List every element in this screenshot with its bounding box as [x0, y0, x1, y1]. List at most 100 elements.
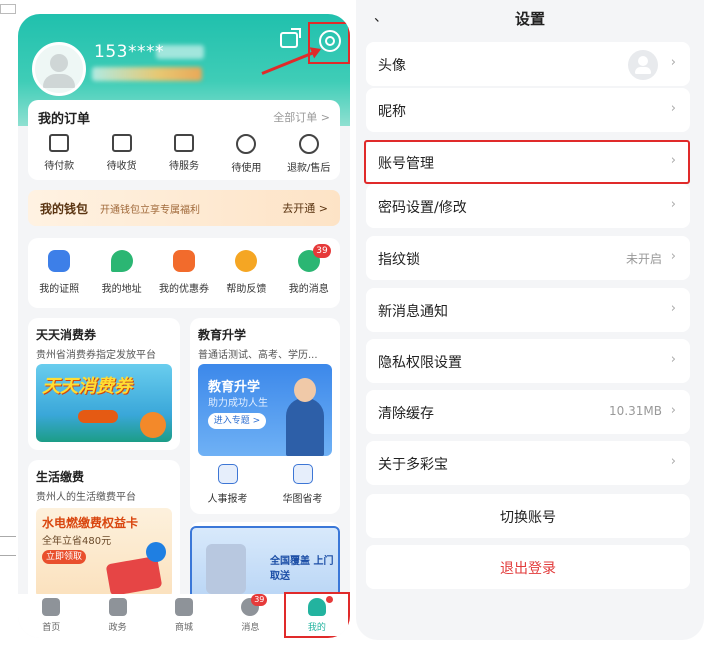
tab-shop[interactable]: 商城 — [151, 594, 217, 638]
order-pending-receipt[interactable]: 待收货 — [92, 134, 152, 174]
teacher-head — [294, 378, 316, 402]
daily-coupon-tile[interactable]: 天天消费券 贵州省消费券指定发放平台 天天消费券 — [28, 318, 180, 450]
tile-title: 生活缴费 — [36, 470, 85, 484]
settings-screen: 、 设置 头像 › 昵称 › 账号管理 › 密码设置/修改 › 指纹锁 未开启 … — [356, 0, 704, 640]
clock-icon — [236, 134, 257, 154]
education-banner-sub: 助力成功人生 — [208, 398, 268, 409]
row-label: 密码设置/修改 — [378, 200, 467, 216]
tile-subtitle: 贵州人的生活缴费平台 — [36, 492, 136, 503]
row-label: 昵称 — [378, 104, 406, 120]
row-label: 头像 — [378, 58, 406, 74]
hr-exam-link[interactable]: 人事报考 — [208, 464, 248, 505]
settings-row-nickname[interactable]: 昵称 › — [366, 88, 690, 132]
tile-subtitle: 贵州省消费券指定发放平台 — [36, 350, 156, 361]
location-pin-icon — [110, 250, 133, 272]
tile-subtitle: 普通话测试、高考、学历... — [198, 350, 318, 361]
search-document-icon — [292, 464, 313, 484]
clothes-illustration — [206, 544, 246, 594]
teacher-illustration — [286, 398, 324, 456]
service-label: 我的证照 — [39, 284, 80, 295]
id-card-icon — [48, 250, 71, 272]
order-pending-use[interactable]: 待使用 — [216, 134, 276, 174]
refund-yen-icon — [298, 134, 319, 154]
tab-label: 消息 — [241, 623, 260, 633]
service-my-coupons[interactable]: 我的优惠券 — [154, 250, 214, 295]
service-my-license[interactable]: 我的证照 — [29, 250, 89, 295]
mascot-icon — [140, 412, 166, 438]
utility-banner-sub: 全年立省480元 — [42, 536, 112, 547]
play-icon[interactable] — [146, 542, 166, 562]
row-label: 新消息通知 — [378, 304, 448, 320]
tab-label: 首页 — [42, 623, 61, 633]
my-orders-card: 我的订单 全部订单 > 待付款 待收货 待服务 待使用 退款/售后 — [28, 100, 340, 180]
coupon-banner-button[interactable] — [78, 410, 118, 423]
switch-account-button[interactable]: 切换账号 — [366, 494, 690, 538]
chevron-right-icon: › — [670, 197, 676, 212]
phone-number: 153**** — [94, 42, 164, 62]
service-label: 帮助反馈 — [226, 284, 267, 295]
logout-button[interactable]: 退出登录 — [366, 545, 690, 589]
service-box-icon — [173, 134, 194, 152]
page-title: 设置 — [514, 10, 545, 28]
order-label: 退款/售后 — [287, 163, 331, 174]
button-label: 切换账号 — [500, 510, 556, 526]
tab-messages[interactable]: 消息 39 — [217, 594, 283, 638]
chevron-right-icon: › — [670, 454, 676, 469]
wallet-open-link[interactable]: 去开通 > — [282, 200, 328, 216]
sub-link-label: 华图省考 — [282, 494, 323, 505]
wallet-banner[interactable]: 我的钱包 开通钱包立享专属福利 去开通 > — [28, 190, 340, 226]
education-tile[interactable]: 教育升学 普通话测试、高考、学历... 教育升学 助力成功人生 进入专题 > 人… — [190, 318, 340, 514]
order-pending-payment[interactable]: 待付款 — [29, 134, 89, 174]
tile-title: 天天消费券 — [36, 328, 97, 342]
avatar[interactable] — [32, 42, 86, 96]
service-my-messages[interactable]: 我的消息 39 — [279, 244, 339, 295]
help-icon — [235, 250, 258, 272]
settings-row-privacy[interactable]: 隐私权限设置 › — [366, 339, 690, 383]
utility-banner-title: 水电燃缴费权益卡 — [42, 516, 139, 530]
share-icon[interactable] — [280, 28, 301, 48]
utility-claim-button[interactable]: 立即领取 — [42, 550, 86, 564]
tab-government[interactable]: 政务 — [84, 594, 150, 638]
row-value: 10.31MB — [609, 404, 662, 418]
message-count-badge: 39 — [313, 244, 331, 258]
utility-payment-tile[interactable]: 生活缴费 贵州人的生活缴费平台 水电燃缴费权益卡 全年立省480元 立即领取 — [28, 460, 180, 606]
tile-title: 教育升学 — [198, 328, 247, 342]
settings-row-avatar[interactable]: 头像 › — [366, 42, 690, 86]
message-count-badge: 39 — [251, 594, 268, 606]
my-page-screen: 153**** 我的订单 全部订单 > 待付款 待收货 待服务 待使用 退款/售… — [18, 14, 350, 638]
package-check-icon — [111, 134, 132, 152]
wallet-title: 我的钱包 — [40, 202, 89, 216]
tab-label: 商城 — [175, 623, 194, 633]
chevron-right-icon: › — [670, 249, 676, 264]
huatu-exam-link[interactable]: 华图省考 — [283, 464, 323, 505]
row-label: 关于多彩宝 — [378, 457, 448, 473]
settings-row-fingerprint-lock[interactable]: 指纹锁 未开启 › — [366, 236, 690, 280]
service-help-feedback[interactable]: 帮助反馈 — [216, 250, 276, 295]
settings-row-password[interactable]: 密码设置/修改 › — [366, 184, 690, 228]
all-orders-link[interactable]: 全部订单 > — [273, 109, 330, 125]
button-label: 退出登录 — [500, 561, 556, 577]
government-icon — [108, 598, 127, 616]
row-value: 未开启 — [625, 252, 662, 266]
tab-home[interactable]: 首页 — [18, 594, 84, 638]
education-enter-button[interactable]: 进入专题 > — [208, 413, 266, 429]
settings-row-about[interactable]: 关于多彩宝 › — [366, 441, 690, 485]
service-my-address[interactable]: 我的地址 — [92, 250, 152, 295]
coupon-banner-text: 天天消费券 — [42, 376, 132, 397]
settings-row-clear-cache[interactable]: 清除缓存 10.31MB › — [366, 390, 690, 434]
services-card: 我的证照 我的地址 我的优惠券 帮助反馈 我的消息 39 — [28, 238, 340, 308]
settings-row-notifications[interactable]: 新消息通知 › — [366, 288, 690, 332]
order-pending-service[interactable]: 待服务 — [154, 134, 214, 174]
order-refund[interactable]: 退款/售后 — [279, 134, 339, 174]
order-label: 待付款 — [44, 161, 75, 172]
education-banner-title: 教育升学 — [208, 380, 261, 395]
wallet-card-icon — [49, 134, 70, 152]
sub-link-label: 人事报考 — [207, 494, 248, 505]
tab-label: 政务 — [108, 623, 127, 633]
shop-icon — [175, 598, 194, 616]
screenshot-stage: 153**** 我的订单 全部订单 > 待付款 待收货 待服务 待使用 退款/售… — [0, 0, 720, 651]
home-icon — [42, 598, 61, 616]
orders-title: 我的订单 — [38, 112, 91, 127]
edge-fragment — [0, 4, 16, 14]
order-label: 待收货 — [106, 161, 137, 172]
